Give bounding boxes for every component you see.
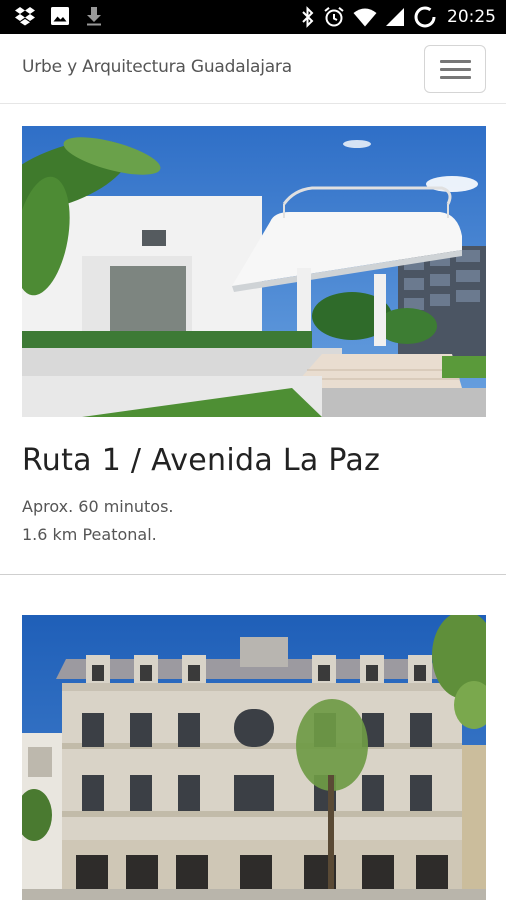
site-brand-link[interactable]: Urbe y Arquitectura Guadalajara [22,57,292,77]
battery-icon [414,6,436,28]
alarm-icon [324,7,344,27]
status-time: 20:25 [447,7,496,27]
image-icon [51,7,69,25]
bluetooth-icon [302,6,314,28]
card-divider [0,574,506,575]
route-1-duration: Aprox. 60 minutos. [22,497,174,516]
status-bar-system: 20:25 [301,5,496,29]
modern-building-photo [22,126,486,417]
historic-building-photo [22,615,486,900]
route-1-details: Aprox. 60 minutos. 1.6 km Peatonal. [22,493,174,549]
menu-toggle-button[interactable] [424,45,486,93]
signal-icon [386,8,404,26]
download-icon [87,7,101,26]
route-1-title[interactable]: Ruta 1 / Avenida La Paz [22,443,380,478]
hamburger-menu-icon [440,60,471,63]
status-bar-notifications [14,6,104,26]
app-header: Urbe y Arquitectura Guadalajara [0,34,506,104]
route-1-distance: 1.6 km Peatonal. [22,525,157,544]
route-2-image[interactable] [22,615,486,900]
wifi-icon [353,8,377,27]
route-1-image[interactable] [22,126,486,417]
dropbox-icon [15,7,35,26]
status-bar: 20:25 [0,0,506,34]
